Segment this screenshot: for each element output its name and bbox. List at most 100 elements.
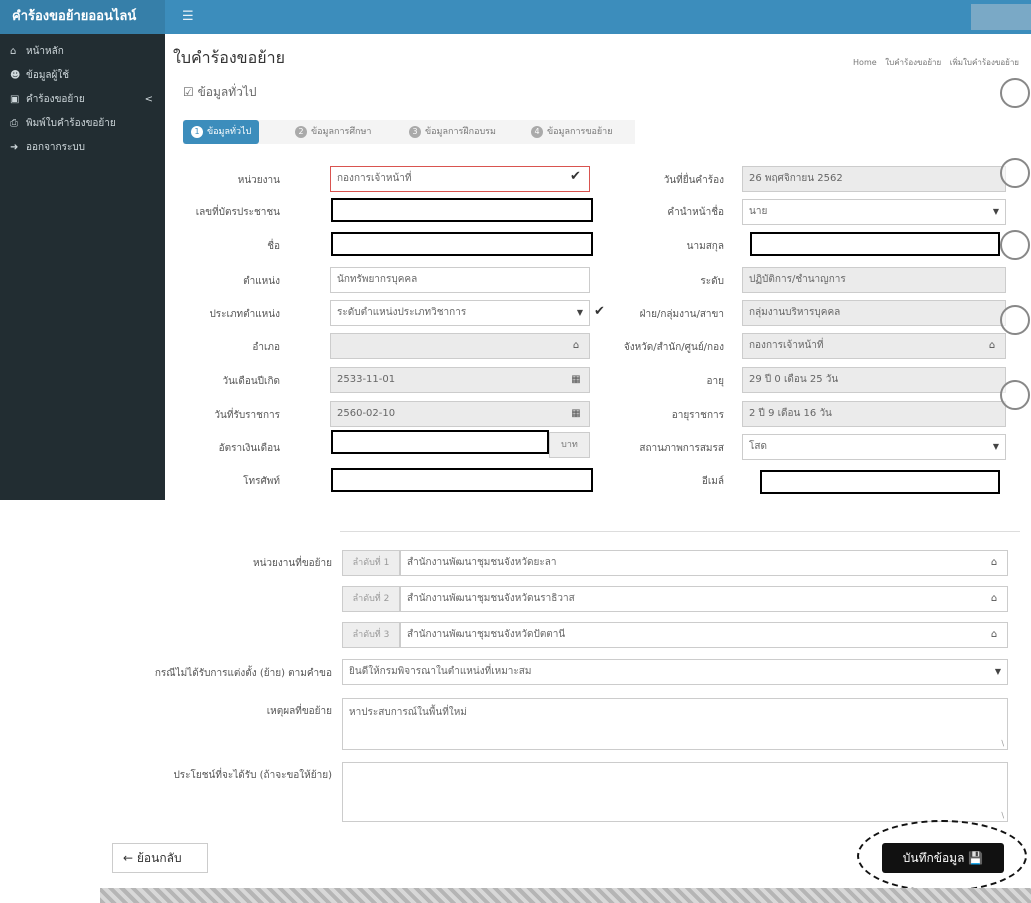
priority-order: ลำดับที่ 3 [342,622,400,648]
service-label: อายุราชการ [671,410,724,421]
tab-education[interactable]: 2 ข้อมูลการศึกษา [295,120,372,144]
back-button[interactable]: ← ย้อนกลับ [112,843,208,873]
sidebar-item-label: หน้าหลัก [26,46,64,57]
top-navbar: คำร้องขอย้ายออนไลน์ ☰ [0,0,1031,34]
age-field: 29 ปี 0 เดือน 25 วัน [742,367,1006,393]
prefix-select[interactable]: นาย ▼ [742,199,1006,225]
position-type-label: ประเภทตำแหน่ง [209,309,280,320]
breadcrumb-home[interactable]: Home [853,58,877,67]
tab-training[interactable]: 3 ข้อมูลการฝึกอบรม [409,120,496,144]
tab-general[interactable]: 1 ข้อมูลทั่วไป [183,120,260,144]
chevron-down-icon: ▼ [994,667,1001,676]
benefit-label: ประโยชน์ที่จะได้รับ (ถ้าจะขอให้ย้าย) [173,770,332,781]
marital-select[interactable]: โสด ▼ [742,434,1006,460]
calendar-icon[interactable]: ▦ [567,402,585,426]
service-field: 2 ปี 9 เดือน 16 วัน [742,401,1006,427]
users-icon: ☻ [10,70,21,81]
sidebar: ⌂ หน้าหลัก ☻ ข้อมูลผู้ใช้ ▣ คำร้องขอย้าย < ⎙… [0,34,165,500]
sidebar-item-logout[interactable]: ➜ ออกจากระบบ [0,136,165,160]
priority-3-field[interactable]: สำนักงานพัฒนาชุมชนจังหวัดปัตตานี ⌂ [400,622,1008,648]
bank-icon[interactable]: ⌂ [985,623,1003,647]
fallback-label: กรณีไม่ได้รับการแต่งตั้ง (ย้าย) ตามคำขอ [154,668,332,679]
dest-label: หน่วยงานที่ขอย้าย [252,558,332,569]
sidebar-item-print[interactable]: ⎙ พิมพ์ใบคำร้องขอย้าย [0,112,165,136]
email-label: อีเมล์ [701,476,724,487]
position-label: ตำแหน่ง [243,276,280,287]
age-label: อายุ [706,376,724,387]
benefit-textarea[interactable]: ∖ [342,762,1008,822]
fallback-select[interactable]: ยินดีให้กรมพิจารณาในตำแหน่งที่เหมาะสม ▼ [342,659,1008,685]
birth-date-field[interactable]: 2533-11-01 ▦ [330,367,590,393]
id-card-field[interactable] [331,198,593,222]
district-field[interactable]: ⌂ [330,333,590,359]
salary-field[interactable] [331,430,549,454]
cycle-icon [1000,158,1030,188]
level-field: ปฏิบัติการ/ชำนาญการ [742,267,1006,293]
salary-unit: บาท [549,432,590,458]
bank-icon[interactable]: ⌂ [567,334,585,358]
name-label: ชื่อ [267,241,280,252]
chevron-down-icon: ▼ [576,308,583,317]
bank-icon[interactable]: ⌂ [983,334,1001,358]
first-name-field[interactable] [331,232,593,256]
breadcrumb: Home ใบคำร้องขอย้าย เพิ่มใบคำร้องขอย้าย [847,56,1019,69]
salary-label: อัตราเงินเดือน [218,443,280,454]
surname-label: นามสกุล [686,241,724,252]
print-icon: ⎙ [10,118,18,129]
chevron-down-icon: ▼ [992,442,999,451]
prefix-label: คำนำหน้าชื่อ [667,207,724,218]
calendar-icon[interactable]: ▦ [567,368,585,392]
app-title[interactable]: คำร้องขอย้ายออนไลน์ [0,0,165,34]
sidebar-item-label: ออกจากระบบ [26,142,86,153]
district-label: อำเภอ [252,342,280,353]
sign-out-icon: ➜ [10,142,19,153]
position-type-select[interactable]: ระดับตำแหน่งประเภทวิชาการ ▼ [330,300,590,326]
save-button[interactable]: บันทึกข้อมูล 💾 [882,843,1004,873]
sidebar-item-users[interactable]: ☻ ข้อมูลผู้ใช้ [0,64,165,88]
home-icon: ⌂ [10,46,17,57]
submit-date-label: วันที่ยื่นคำร้อง [663,175,724,186]
chevron-down-icon: ▼ [992,207,999,216]
step-tabs: 1 ข้อมูลทั่วไป 2 ข้อมูลการศึกษา 3 ข้อมูลการ… [183,120,635,144]
phone-label: โทรศัพท์ [243,476,280,487]
priority-1-field[interactable]: สำนักงานพัฒนาชุมชนจังหวัดยะลา ⌂ [400,550,1008,576]
division-field: กลุ่มงานบริหารบุคคล [742,300,1006,326]
floppy-disk-icon: 💾 [968,851,984,865]
tab-transfer[interactable]: 4 ข้อมูลการขอย้าย [531,120,613,144]
bank-icon[interactable]: ⌂ [985,587,1003,611]
breadcrumb-current: เพิ่มใบคำร้องขอย้าย [949,58,1019,67]
sidebar-item-requests[interactable]: ▣ คำร้องขอย้าย < [0,88,165,112]
sidebar-item-label: พิมพ์ใบคำร้องขอย้าย [26,118,116,129]
search-icon [1000,78,1030,108]
province-field[interactable]: กองการเจ้าหน้าที่ ⌂ [742,333,1006,359]
resize-handle-icon[interactable]: ∖ [1000,739,1005,748]
sidebar-item-home[interactable]: ⌂ หน้าหลัก [0,40,165,64]
level-label: ระดับ [700,276,724,287]
email-field[interactable] [760,470,1000,494]
agency-label: หน่วยงาน [237,175,280,186]
resize-handle-icon[interactable]: ∖ [1000,811,1005,820]
chevron-left-icon: < [144,94,153,105]
surname-field[interactable] [750,232,1000,256]
document-icon [1000,305,1030,335]
position-field[interactable]: นักทรัพยากรบุคคล [330,267,590,293]
gear-icon [1000,380,1030,410]
priority-2-field[interactable]: สำนักงานพัฒนาชุมชนจังหวัดนราธิวาส ⌂ [400,586,1008,612]
province-label: จังหวัด/สำนัก/ศูนย์/กอง [623,342,724,353]
agency-select[interactable]: กองการเจ้าหน้าที่ [330,166,590,192]
hamburger-icon[interactable]: ☰ [182,9,194,24]
breadcrumb-requests[interactable]: ใบคำร้องขอย้าย [885,58,941,67]
sidebar-item-label: คำร้องขอย้าย [26,94,85,105]
id-card-label: เลขที่บัตรประชาชน [195,207,280,218]
reason-textarea[interactable]: หาประสบการณ์ในพื้นที่ใหม่ ∖ [342,698,1008,750]
gov-date-label: วันที่รับราชการ [214,410,280,421]
marital-label: สถานภาพการสมรส [639,443,724,454]
priority-order: ลำดับที่ 2 [342,586,400,612]
gov-date-field[interactable]: 2560-02-10 ▦ [330,401,590,427]
user-menu[interactable] [971,4,1031,30]
bank-icon[interactable]: ⌂ [985,551,1003,575]
page-title: ใบคำร้องขอย้าย [173,48,285,67]
phone-field[interactable] [331,468,593,492]
check-icon: ✔ [570,169,581,184]
submit-date-field: 26 พฤศจิกายน 2562 [742,166,1006,192]
